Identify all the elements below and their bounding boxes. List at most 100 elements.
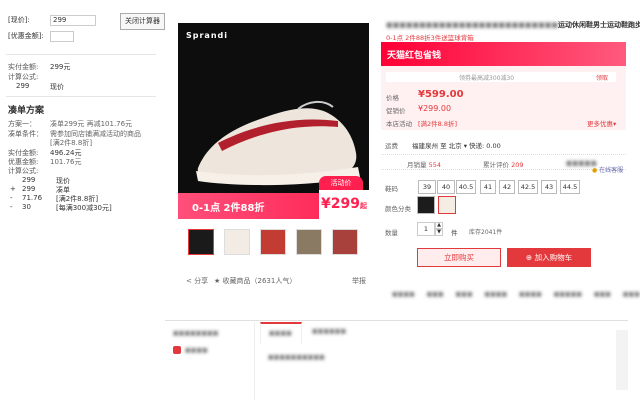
shipping-label: 运费	[385, 142, 398, 150]
store-promo-label: 本店活动	[386, 120, 412, 128]
divider	[6, 96, 156, 97]
formula2-line: - 30 [每满300减30元]	[10, 203, 112, 213]
sneaker-illustration	[196, 101, 360, 186]
reviews-label: 累计评价	[483, 161, 509, 169]
product-main-image[interactable]: Sprandi 0-1点 2件88折 活动价 ¥299起	[178, 23, 369, 219]
report-link[interactable]: 举报	[352, 276, 366, 286]
favorite-label: 收藏商品（2631人气）	[222, 277, 297, 285]
size-option[interactable]: 44.5	[560, 180, 580, 194]
size-option[interactable]: 42.5	[518, 180, 538, 194]
price-input[interactable]: 299	[50, 15, 96, 26]
buy-now-button[interactable]: 立即购买	[417, 248, 501, 267]
price-row: [现价]: 299	[8, 15, 96, 26]
brand-logo: Sprandi	[186, 31, 228, 40]
color-label: 颜色分类	[385, 205, 411, 213]
paid-label: 实付金额:	[8, 63, 39, 71]
details-text: ■■■■■■■■■■	[268, 354, 325, 361]
tmall-red-envelope-banner: 天猫红包省钱	[381, 42, 626, 66]
paid-value: 299元	[50, 63, 71, 71]
thumbnail-4[interactable]	[296, 229, 322, 255]
formula-row: 计算公式:	[8, 72, 44, 82]
coupon-strip-text: 领券最高减300减30	[459, 75, 515, 82]
formula-label: 计算公式:	[8, 73, 39, 81]
plan-value: 凑单299元 再减101.76元	[50, 120, 133, 128]
formula2-value: 30	[22, 203, 31, 211]
right-toolbar[interactable]	[616, 330, 628, 390]
price-value: ¥599.00	[418, 89, 464, 100]
quantity-unit: 件	[451, 229, 458, 237]
customer-service-link[interactable]: ● 在线客服	[592, 165, 623, 174]
formula2-label: 计算公式:	[8, 167, 39, 175]
image-promo-text: 0-1点 2件88折	[192, 203, 265, 214]
color-option-black[interactable]	[417, 196, 435, 214]
divider	[6, 54, 156, 55]
reviews-value: 209	[511, 161, 524, 169]
size-option[interactable]: 41	[480, 180, 496, 194]
quantity-increase-button[interactable]: ▲	[435, 222, 443, 229]
size-option[interactable]: 39	[418, 180, 436, 194]
add-to-cart-button[interactable]: ⊕ 加入购物车	[507, 248, 591, 267]
more-discount-label: 更多优惠	[587, 120, 613, 128]
chevron-down-icon: ▾	[613, 120, 617, 128]
size-option[interactable]: 40.5	[456, 180, 476, 194]
quantity-label: 数量	[385, 229, 398, 237]
thumbnail-1[interactable]	[188, 229, 214, 255]
service-guarantees: ■■■■ ■■■ ■■■ ■■■■ ■■■■ ■■■■■ ■■■ ■■■	[392, 291, 640, 298]
shop-name: ■■■■■■■■	[173, 330, 219, 337]
tab-reviews[interactable]: ■■■■■■	[312, 328, 346, 335]
quantity-decrease-button[interactable]: ▼	[435, 229, 443, 236]
condition-label: 凑单条件：	[8, 130, 43, 138]
promo-line: 0-1点 2件88折3件送篮球背箱	[386, 34, 474, 42]
reviews-count[interactable]: 累计评价 209	[483, 159, 524, 169]
shop-badge-text: ■■■■	[185, 347, 208, 354]
stats-row: 月销量 554 累计评价 209 ■■■■■	[381, 154, 626, 170]
bundle-plan-title: 凑单方案	[8, 106, 45, 116]
more-discount-link[interactable]: 更多优惠▾	[587, 118, 616, 128]
share-link[interactable]: < 分享	[186, 276, 208, 286]
price-label: 价格	[386, 94, 399, 102]
condition-extra: [满2件8.8折]	[50, 139, 93, 147]
size-option[interactable]: 42	[499, 180, 515, 194]
formula2-row: 计算公式:	[8, 166, 44, 176]
monthly-sales-value: 554	[428, 161, 441, 169]
thumbnail-3[interactable]	[260, 229, 286, 255]
coupon-input[interactable]	[50, 31, 74, 42]
color-option-white[interactable]	[438, 196, 456, 214]
condition-extra-row: [满2件8.8折]	[50, 138, 92, 148]
thumbnail-5[interactable]	[332, 229, 358, 255]
tab-details-label: ■■■■	[269, 330, 292, 337]
coupon-strip: 领券最高减300减30 领取	[386, 72, 616, 82]
paid-row: 实付金额: 299元	[8, 62, 70, 72]
formula2-sign: -	[10, 203, 13, 211]
tab-details[interactable]: ■■■■	[260, 322, 302, 344]
chat-icon: ●	[592, 167, 598, 174]
product-title-tail: 运动休闲鞋男士运动鞋跑步鞋V	[557, 21, 640, 29]
shipping-text[interactable]: 福建泉州 至 北京 ▾ 快递: 0.00	[412, 140, 501, 150]
add-cart-label: 加入购物车	[534, 253, 573, 262]
plan-label: 方案一：	[8, 120, 36, 128]
divider	[165, 320, 628, 321]
price-calculator-panel: [现价]: 299 [优惠金额]: 关闭计算器 实付金额: 299元 计算公式:…	[0, 0, 165, 400]
favorite-link[interactable]: ★ 收藏商品（2631人气）	[214, 276, 296, 286]
formula-desc: 现价	[50, 83, 64, 91]
image-price-unit: 起	[359, 202, 367, 210]
formula-line: 299 现价	[16, 82, 64, 92]
close-calculator-button[interactable]: 关闭计算器	[120, 13, 165, 30]
price-panel: 天猫红包省钱 领券最高减300减30 领取 价格 ¥599.00 促销价 ¥29…	[381, 42, 626, 130]
size-option[interactable]: 43	[541, 180, 557, 194]
receive-coupon-link[interactable]: 领取	[596, 73, 608, 82]
promo-price-value: ¥299.00	[418, 104, 452, 113]
image-price-box: ¥299起	[319, 190, 369, 219]
star-icon: ★	[214, 277, 221, 285]
size-option[interactable]: 40	[437, 180, 455, 194]
share-label: 分享	[194, 277, 209, 285]
share-icon: <	[186, 277, 192, 285]
image-price: ¥299	[321, 196, 360, 212]
store-promo-value: [满2件8.8折]	[418, 120, 458, 128]
formula-value: 299	[16, 82, 30, 90]
quantity-input[interactable]: 1	[417, 222, 435, 236]
thumbnail-2[interactable]	[224, 229, 250, 255]
shop-badge-icon	[173, 346, 181, 354]
customer-service-label: 在线客服	[599, 167, 624, 174]
formula2-desc: [每满300减30元]	[56, 204, 112, 212]
